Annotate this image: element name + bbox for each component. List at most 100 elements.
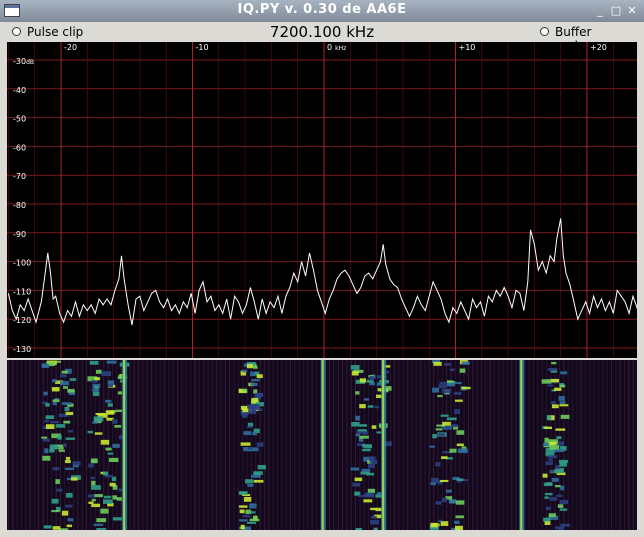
waterfall-signal xyxy=(560,523,570,527)
waterfall-signal xyxy=(247,425,253,429)
waterfall-signal xyxy=(89,360,99,365)
waterfall-signal xyxy=(52,467,60,471)
waterfall-signal xyxy=(253,515,258,520)
waterfall-signal xyxy=(554,387,562,391)
waterfall-signal xyxy=(453,381,462,385)
waterfall-signal xyxy=(543,482,553,487)
khz-unit-label: kHz xyxy=(335,45,346,52)
waterfall-signal xyxy=(456,478,464,481)
waterfall-signal xyxy=(451,424,458,428)
waterfall-signal xyxy=(551,378,560,383)
waterfall-signal xyxy=(239,509,245,514)
waterfall-signal xyxy=(352,482,360,487)
waterfall-signal xyxy=(549,469,555,473)
waterfall-signal xyxy=(242,369,248,373)
waterfall-signal xyxy=(361,448,371,452)
waterfall-signal xyxy=(557,504,564,508)
waterfall-signal xyxy=(66,524,72,528)
waterfall-signal xyxy=(367,488,375,494)
minimize-button[interactable]: _ xyxy=(592,3,608,18)
waterfall-signal xyxy=(92,391,100,397)
spectrum-display[interactable]: -30dB -40 -50 -60 -70 -80 -90 -100 -110 -120 -130 … xyxy=(7,42,644,358)
waterfall-signal xyxy=(96,518,107,523)
waterfall-signal xyxy=(367,464,375,469)
waterfall-signal xyxy=(246,521,257,524)
waterfall-signal xyxy=(57,435,62,440)
waterfall-signal xyxy=(446,417,457,421)
waterfall-plot[interactable] xyxy=(7,360,639,534)
waterfall-signal xyxy=(441,388,452,394)
status-bar: Pulse clip 7200.100 kHz Buffer underrun xyxy=(0,22,644,53)
waterfall-signal xyxy=(245,479,254,484)
maximize-button[interactable]: □ xyxy=(608,3,624,18)
waterfall-signal xyxy=(252,431,257,436)
waterfall-signal xyxy=(103,499,113,504)
waterfall-signal xyxy=(544,521,551,526)
db-unit-label: dB xyxy=(26,59,34,66)
waterfall-signal xyxy=(551,361,557,365)
waterfall-signal xyxy=(449,368,455,372)
waterfall-signal xyxy=(94,377,100,381)
waterfall-signal xyxy=(257,408,263,411)
waterfall-signal xyxy=(56,488,63,492)
waterfall-signal xyxy=(55,479,60,485)
waterfall-signal xyxy=(559,508,568,511)
waterfall-signal xyxy=(94,386,99,390)
waterfall-signal xyxy=(238,505,248,508)
waterfall-signal xyxy=(456,430,465,435)
waterfall-signal xyxy=(549,444,559,450)
waterfall-signal xyxy=(43,391,48,396)
waterfall-signal xyxy=(100,439,110,445)
waterfall-display[interactable] xyxy=(7,360,639,534)
waterfall-signal xyxy=(454,399,463,402)
waterfall-signal xyxy=(240,442,251,446)
waterfall-signal xyxy=(350,365,360,370)
close-button[interactable]: ✕ xyxy=(624,3,640,18)
waterfall-signal xyxy=(112,419,118,424)
waterfall-signal xyxy=(547,384,554,387)
waterfall-signal xyxy=(41,436,48,439)
waterfall-signal xyxy=(43,438,50,442)
waterfall-signal xyxy=(65,437,76,440)
waterfall-signal xyxy=(355,433,361,437)
khz-label: 0 kHz xyxy=(327,43,346,52)
waterfall-signal xyxy=(257,464,266,470)
waterfall-signal xyxy=(558,459,568,464)
buffer-underrun-indicator-icon[interactable] xyxy=(540,27,549,36)
db-label: -90 xyxy=(13,230,26,239)
waterfall-signal xyxy=(441,497,447,503)
waterfall-signal xyxy=(256,374,263,379)
waterfall-signal xyxy=(444,363,452,366)
db-label: -100 xyxy=(13,259,31,268)
waterfall-signal xyxy=(549,441,557,446)
waterfall-carrier-core xyxy=(321,360,324,530)
waterfall-signal xyxy=(354,477,363,482)
waterfall-signal xyxy=(112,495,117,500)
waterfall-signal xyxy=(100,508,109,514)
waterfall-signal xyxy=(88,463,94,468)
waterfall-signal xyxy=(454,520,460,524)
waterfall-signal xyxy=(69,378,77,381)
waterfall-signal xyxy=(103,495,112,499)
waterfall-signal xyxy=(106,360,117,364)
title-bar[interactable]: IQ.PY v. 0.30 de AA6E _ □ ✕ xyxy=(0,0,644,23)
waterfall-signal xyxy=(49,448,55,453)
waterfall-signal xyxy=(249,503,257,509)
spectrum-plot[interactable]: -30dB-40-50-60-70-80-90-100-110-120-130 … xyxy=(7,42,644,358)
waterfall-signal xyxy=(59,528,69,532)
waterfall-signal xyxy=(52,399,60,403)
waterfall-signal xyxy=(65,456,71,460)
waterfall-signal xyxy=(88,501,94,504)
waterfall-signal xyxy=(91,458,98,464)
waterfall-signal xyxy=(440,414,449,417)
waterfall-signal xyxy=(558,396,565,401)
waterfall-signal xyxy=(542,473,548,478)
waterfall-signal xyxy=(253,471,263,475)
waterfall-signal xyxy=(448,499,457,504)
waterfall-signal xyxy=(370,519,380,525)
waterfall-signal xyxy=(58,449,65,452)
waterfall-signal xyxy=(51,387,60,392)
waterfall-signal xyxy=(65,493,73,498)
waterfall-signal xyxy=(253,479,264,483)
waterfall-signal xyxy=(429,445,435,448)
